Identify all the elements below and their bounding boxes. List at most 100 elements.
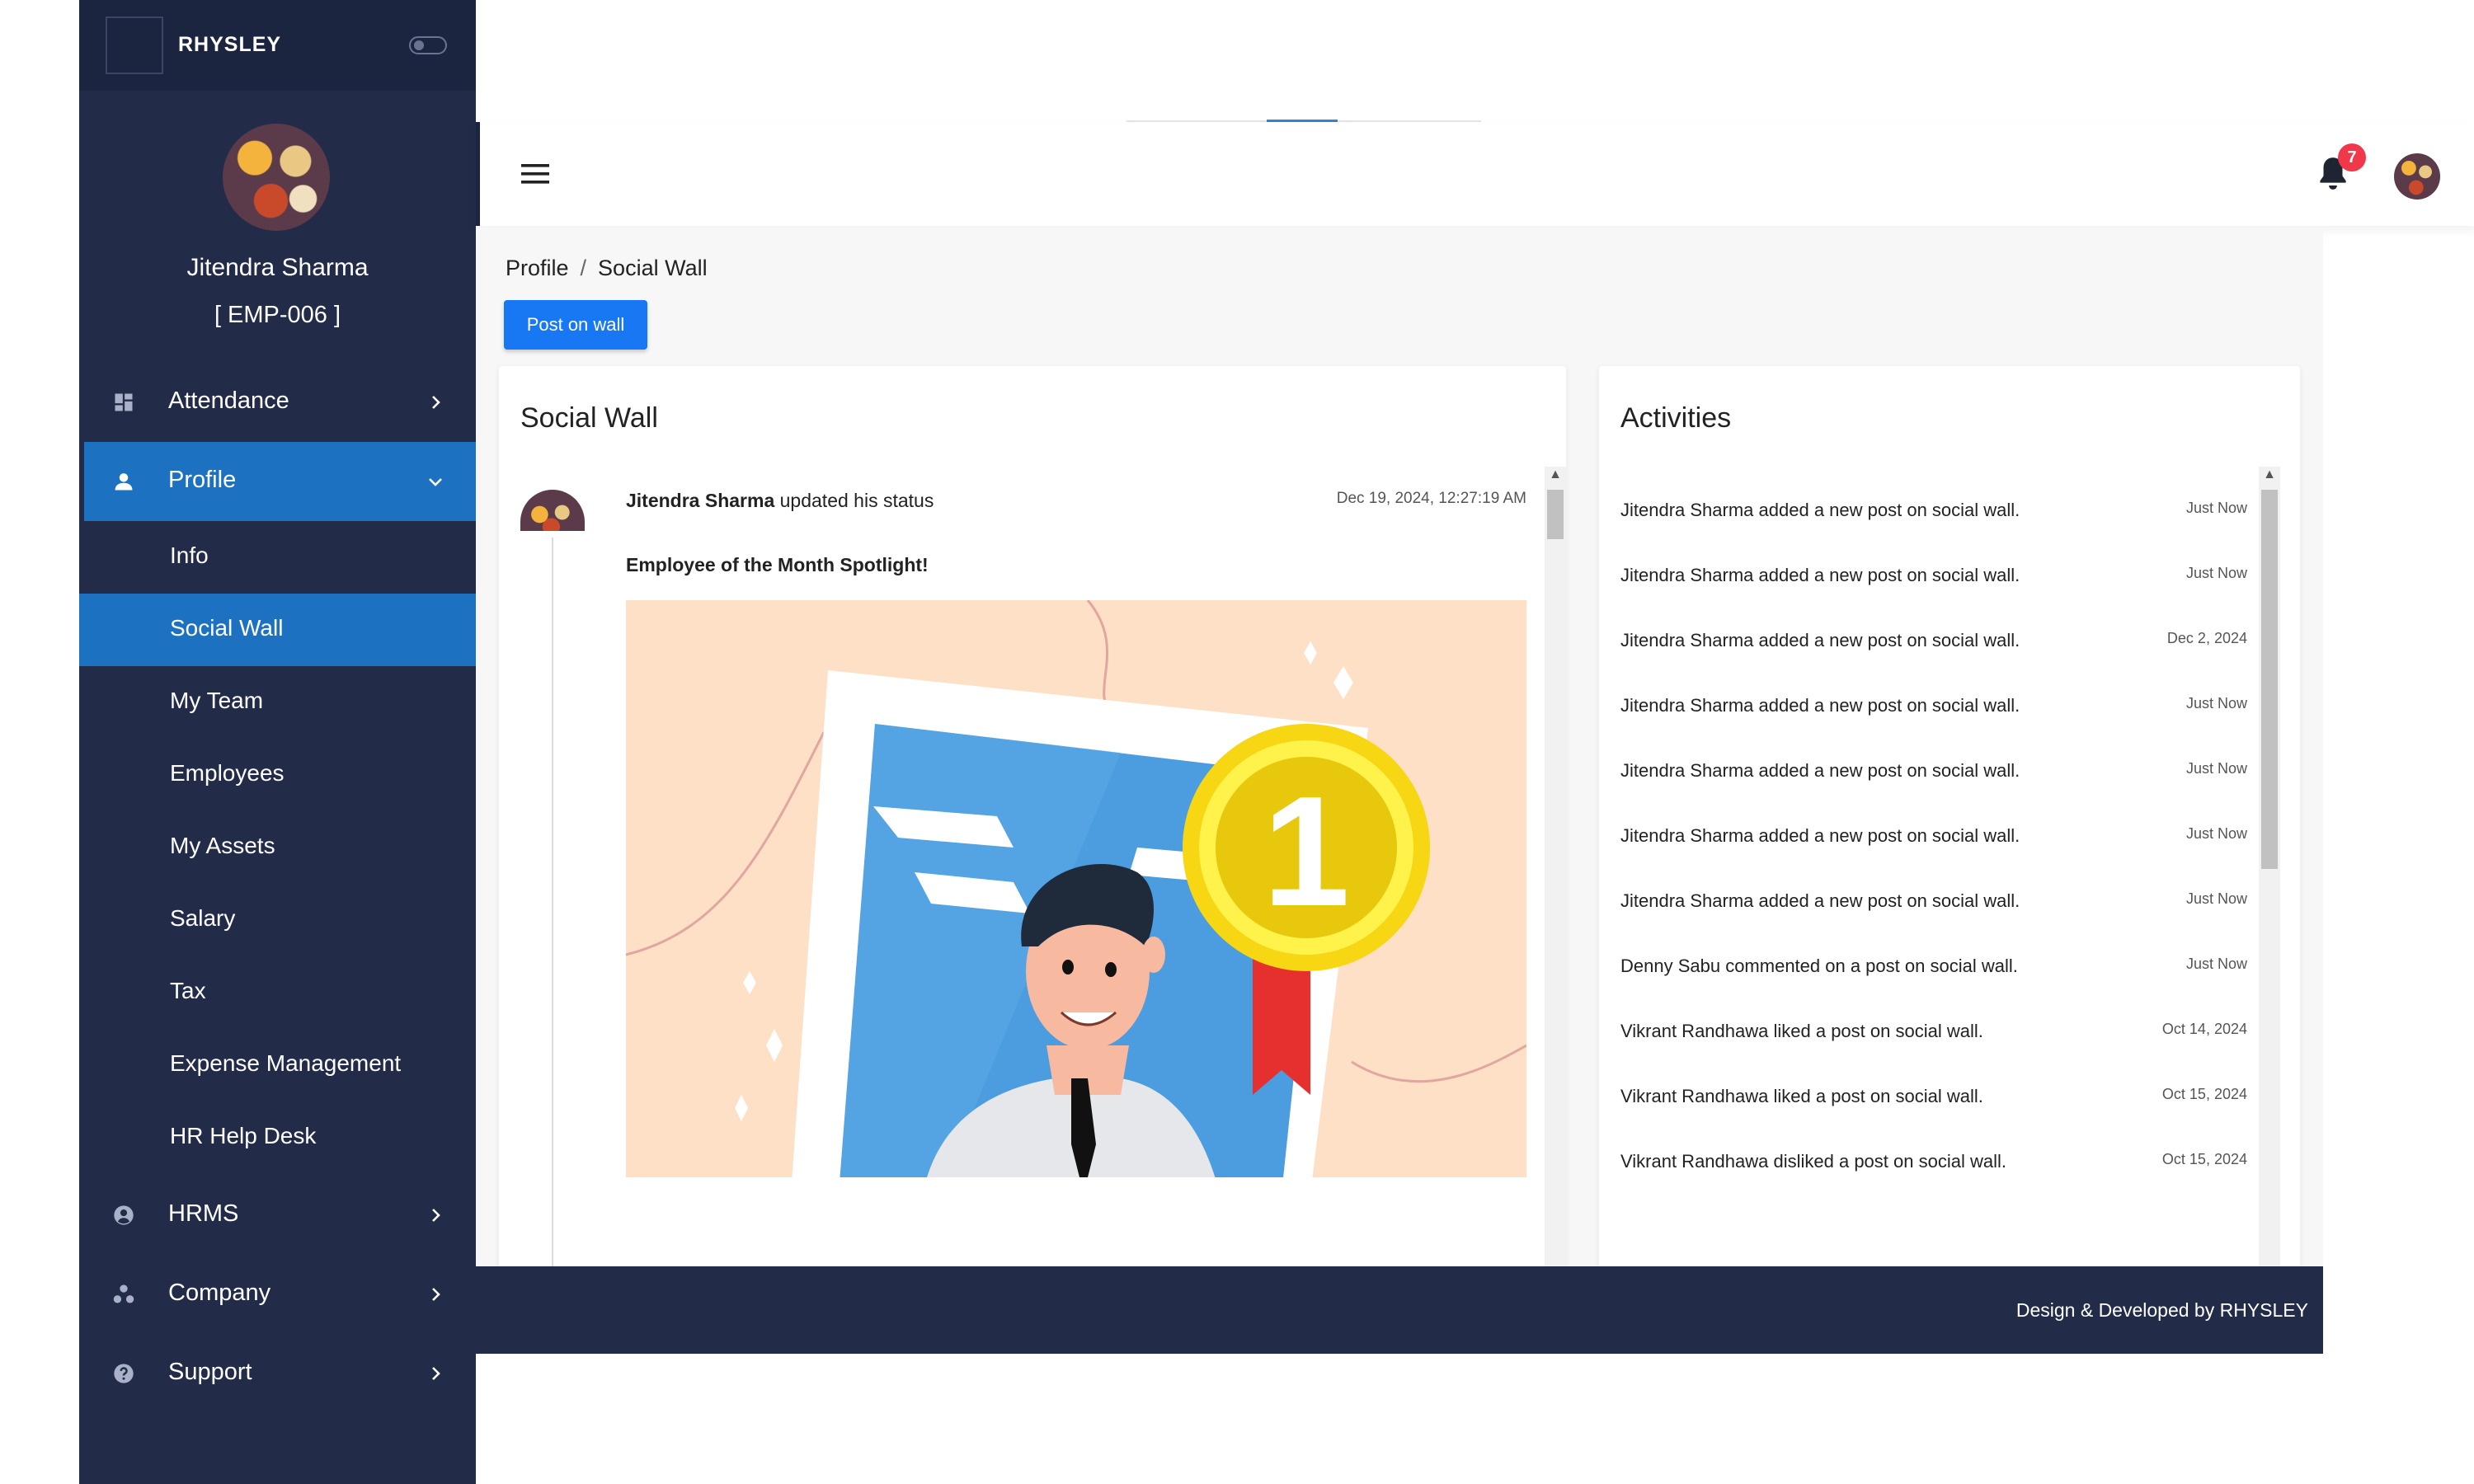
sidebar-item-label: Support [168,1359,252,1385]
user-avatar[interactable] [2394,153,2440,200]
sidebar-subitem-my-assets[interactable]: My Assets [79,811,476,884]
chevron-right-icon [432,396,440,409]
brand-name: RHYSLEY [178,33,282,56]
subitem-label: Salary [170,905,236,931]
activity-text: Jitendra Sharma added a new post on soci… [1620,695,2020,716]
post-image[interactable]: 1 [626,600,1526,1177]
sidebar-subitem-tax[interactable]: Tax [79,956,476,1029]
person-icon [115,473,133,491]
sidebar-subitem-salary[interactable]: Salary [79,884,476,956]
activity-text: Vikrant Randhawa liked a post on social … [1620,1086,1983,1106]
social-wall-title: Social Wall [520,402,658,434]
activity-time: Just Now [2185,695,2247,711]
sidebar-item-attendance[interactable]: Attendance [79,363,476,442]
employee-code: [ EMP-006 ] [214,302,341,328]
activity-time: Just Now [2185,500,2247,516]
subitem-label: Social Wall [170,615,284,641]
activity-time: Just Now [2185,760,2247,777]
activity-text: Jitendra Sharma added a new post on soci… [1620,760,2020,781]
breadcrumb-separator: / [580,256,587,280]
activity-time: Oct 15, 2024 [2161,1086,2247,1102]
sidebar-item-label: Company [168,1280,271,1306]
activity-item: Jitendra Sharma added a new post on soci… [1620,491,2247,533]
activities-scroll-thumb[interactable] [2261,490,2278,869]
main-content: Profile / Social Wall Post on wall Social … [476,228,2323,1299]
activity-item: Jitendra Sharma added a new post on soci… [1620,817,2247,858]
activity-time: Just Now [2185,565,2247,581]
scroll-up-arrow-icon[interactable]: ▲ [2259,467,2280,483]
breadcrumb: Profile / Social Wall [506,256,708,281]
activity-text: Jitendra Sharma added a new post on soci… [1620,825,2020,846]
subitem-label: Info [170,542,209,568]
activities-title: Activities [1620,402,1732,434]
activity-time: Just Now [2185,956,2247,972]
activities-scrollbar[interactable]: ▲ ▼ [2259,467,2280,1299]
chevron-right-icon [432,1209,440,1222]
post-title: Employee of the Month Spotlight! [626,554,929,575]
chevron-right-icon [432,1367,440,1380]
breadcrumb-current: Social Wall [598,256,708,280]
activity-item: Jitendra Sharma added a new post on soci… [1620,556,2247,598]
scroll-up-arrow-icon[interactable]: ▲ [1545,467,1566,483]
brand-bar: RHYSLEY [79,0,476,91]
sidebar-item-support[interactable]: Support [79,1334,476,1413]
group-icon [113,1284,134,1303]
notification-badge: 7 [2338,143,2366,171]
activity-text: Jitendra Sharma added a new post on soci… [1620,630,2020,650]
sidebar-item-label: Attendance [168,387,289,414]
wall-scrollbar[interactable]: ▲ ▼ [1545,467,1566,1299]
sidebar-item-profile[interactable]: Profile [84,442,476,521]
sidebar-subitem-info[interactable]: Info [79,521,476,594]
wall-scroll-thumb[interactable] [1547,490,1564,539]
chevron-down-icon [429,478,442,486]
sidebar: RHYSLEY Jitendra Sharma [ EMP-006 ] Atte… [79,0,476,1484]
activity-text: Vikrant Randhawa disliked a post on soci… [1620,1151,2006,1172]
subitem-label: My Assets [170,833,275,858]
activity-item: Vikrant Randhawa disliked a post on soci… [1620,1143,2247,1184]
activity-item: Jitendra Sharma added a new post on soci… [1620,687,2247,728]
activity-item: Vikrant Randhawa liked a post on social … [1620,1012,2247,1054]
theme-toggle[interactable] [409,36,447,54]
sidebar-item-label: HRMS [168,1200,239,1227]
activity-text: Denny Sabu commented on a post on social… [1620,956,2018,976]
post-author-line: Jitendra Sharma updated his status [626,490,934,512]
activity-text: Vikrant Randhawa liked a post on social … [1620,1021,1983,1041]
dashboard-icon [115,393,133,411]
sidebar-item-hrms[interactable]: HRMS [79,1176,476,1255]
post-action: updated his status [774,490,934,511]
sidebar-subitem-hr-help-desk[interactable]: HR Help Desk [79,1101,476,1174]
toggle-knob [414,40,424,50]
help-icon [114,1364,134,1383]
activity-time: Just Now [2185,890,2247,907]
activity-text: Jitendra Sharma added a new post on soci… [1620,500,2020,520]
activity-item: Denny Sabu commented on a post on social… [1620,947,2247,989]
profile-avatar[interactable] [223,124,330,231]
activity-item: Jitendra Sharma added a new post on soci… [1620,752,2247,793]
sidebar-item-label: Profile [168,467,237,493]
sidebar-subitem-my-team[interactable]: My Team [79,666,476,739]
profile-name: Jitendra Sharma [186,254,369,281]
breadcrumb-parent[interactable]: Profile [506,256,569,280]
hamburger-menu-icon[interactable] [521,163,549,185]
sidebar-subitem-social-wall[interactable]: Social Wall [79,594,476,666]
sidebar-subitem-employees[interactable]: Employees [79,739,476,811]
subitem-label: Tax [170,978,206,1003]
activity-item: Jitendra Sharma added a new post on soci… [1620,622,2247,663]
activity-text: Jitendra Sharma added a new post on soci… [1620,565,2020,585]
footer-credit: Design & Developed by RHYSLEY [2015,1299,2308,1321]
activity-time: Oct 15, 2024 [2161,1151,2247,1167]
activities-card: Activities Jitendra Sharma added a new p… [1599,366,2300,1299]
sidebar-subitem-expense-management[interactable]: Expense Management [79,1029,476,1101]
sidebar-item-company[interactable]: Company [79,1255,476,1334]
brand-logo[interactable] [106,16,163,74]
subitem-label: Employees [170,760,285,786]
post-author-avatar[interactable] [520,490,585,531]
activity-item: Jitendra Sharma added a new post on soci… [1620,882,2247,923]
chevron-right-icon [432,1288,440,1301]
account-circle-icon [114,1205,134,1225]
footer: Design & Developed by RHYSLEY [476,1266,2323,1354]
post-on-wall-button[interactable]: Post on wall [504,300,647,350]
activity-time: Dec 2, 2024 [2166,630,2247,646]
post-author-name[interactable]: Jitendra Sharma [626,490,774,511]
activity-text: Jitendra Sharma added a new post on soci… [1620,890,2020,911]
